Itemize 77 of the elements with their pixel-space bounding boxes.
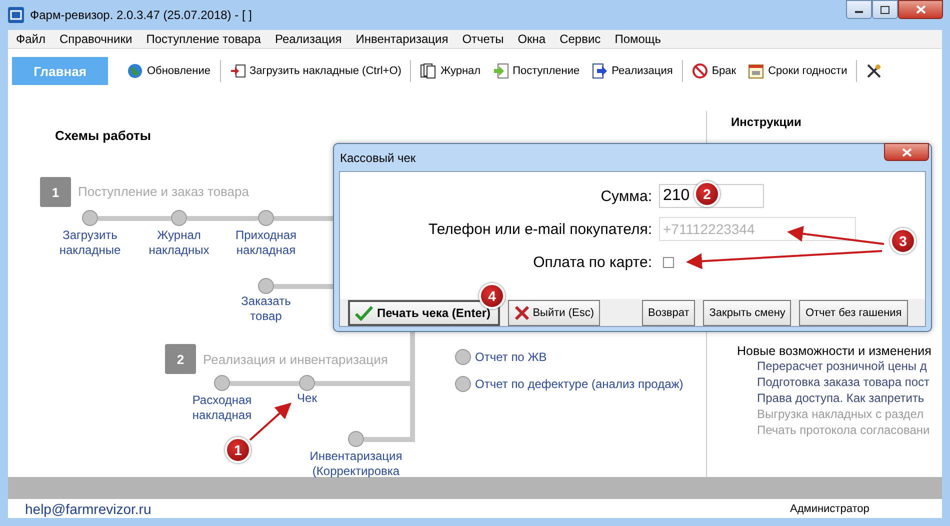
toolbar-button[interactable]: Журнал (417, 61, 484, 81)
step-node (348, 431, 364, 447)
step-link[interactable]: Чек (297, 391, 317, 406)
dialog-button[interactable]: Возврат (642, 300, 696, 326)
menu-item[interactable]: Справочники (60, 32, 132, 46)
callout-arrow (249, 402, 292, 441)
input-field[interactable]: +71112223344 (659, 217, 856, 241)
menu-item[interactable]: Инвентаризация (356, 32, 448, 46)
checkbox[interactable] (663, 256, 674, 268)
section-title: Инструкции (731, 115, 802, 129)
maximize-icon (880, 6, 890, 14)
report-link[interactable]: Отчет по ЖВ (475, 349, 547, 365)
menu-item[interactable]: Окна (518, 32, 546, 46)
toolbar-button[interactable]: Обновление (124, 61, 214, 81)
flow-title: Реализация и инвентаризация (203, 352, 388, 367)
field-label: Сумма: (600, 188, 652, 204)
support-email: help@farmrevizor.ru (25, 500, 152, 516)
close-button[interactable] (898, 0, 943, 19)
toolbar-button[interactable]: Брак (688, 61, 740, 81)
field-label: Телефон или e-mail покупателя: (428, 220, 652, 238)
globe-icon (127, 63, 143, 79)
close-icon (902, 148, 912, 156)
section-title: Схемы работы (55, 128, 151, 143)
maximize-button[interactable] (872, 0, 898, 19)
step-link[interactable]: Инвентаризация (Корректировка (310, 449, 402, 479)
close-icon (916, 5, 926, 14)
toolbar-button[interactable]: Сроки годности (745, 61, 850, 81)
step-link[interactable]: Приходная накладная (235, 228, 297, 258)
step-number-badge: 1 (40, 177, 71, 207)
news-link[interactable]: Права доступа. Как запретить (757, 390, 942, 406)
menu-item[interactable]: Файл (16, 32, 46, 46)
toolbar-button[interactable]: Поступление (490, 61, 583, 81)
dialog-title: Кассовый чек (340, 150, 416, 164)
app-icon (8, 7, 24, 23)
step-node (258, 210, 274, 226)
step-node (82, 210, 98, 226)
step-link[interactable]: Заказать товар (241, 294, 291, 324)
step-node (214, 375, 230, 391)
menu-item[interactable]: Реализация (274, 32, 342, 46)
field-label: Оплата по карте: (532, 254, 652, 270)
menu-item[interactable]: Помощь (614, 32, 662, 46)
toolbar-button[interactable]: Реализация (588, 61, 676, 81)
cross-icon (514, 304, 529, 320)
flow-title: Поступление и заказ товара (78, 184, 249, 199)
dialog-button[interactable]: Печать чека (Enter) (348, 300, 500, 326)
prohibited-icon (692, 63, 708, 79)
step-link[interactable]: Загрузить накладные (59, 228, 121, 258)
step-node (455, 376, 471, 392)
step-node (299, 375, 315, 391)
menu-item[interactable]: Сервис (560, 32, 601, 46)
user-name: Администратор (790, 503, 870, 515)
step-link[interactable]: Расходная накладная (192, 393, 252, 423)
step-node (455, 349, 471, 365)
close-button[interactable] (884, 143, 929, 161)
toolbar-button[interactable]: Загрузить накладные (Ctrl+O) (226, 61, 404, 81)
menu-item[interactable]: Отчеты (462, 32, 504, 46)
news-link[interactable]: Перерасчет розничной цены д (757, 358, 942, 374)
step-number-badge: 2 (165, 344, 196, 374)
tools-icon (866, 63, 882, 79)
step-node (171, 210, 187, 226)
document-arrow-icon (592, 63, 608, 79)
document-arrow-icon (492, 63, 509, 79)
documents-icon (420, 63, 436, 79)
news-link[interactable]: Подготовка заказа товара пост (757, 374, 942, 390)
checkmark-icon (355, 304, 373, 320)
window-title: Фарм-ревизор. 2.0.3.47 (25.07.2018) - [ ] (30, 8, 252, 22)
dialog-button[interactable]: Закрыть смену (703, 300, 792, 326)
minimize-button[interactable] (846, 0, 872, 19)
step-link[interactable]: Журнал накладных (148, 228, 210, 258)
document-arrow-icon (230, 63, 246, 79)
menu-item[interactable]: Поступление товара (146, 32, 261, 46)
calendar-icon (748, 63, 764, 79)
dialog-button[interactable]: Выйти (Esc) (508, 300, 600, 326)
step-node (258, 278, 274, 294)
report-link[interactable]: Отчет по дефектуре (анализ продаж) (475, 376, 684, 392)
news-heading: Новые возможности и изменения (737, 344, 932, 358)
dialog-button[interactable]: Отчет без гашения (799, 300, 908, 326)
